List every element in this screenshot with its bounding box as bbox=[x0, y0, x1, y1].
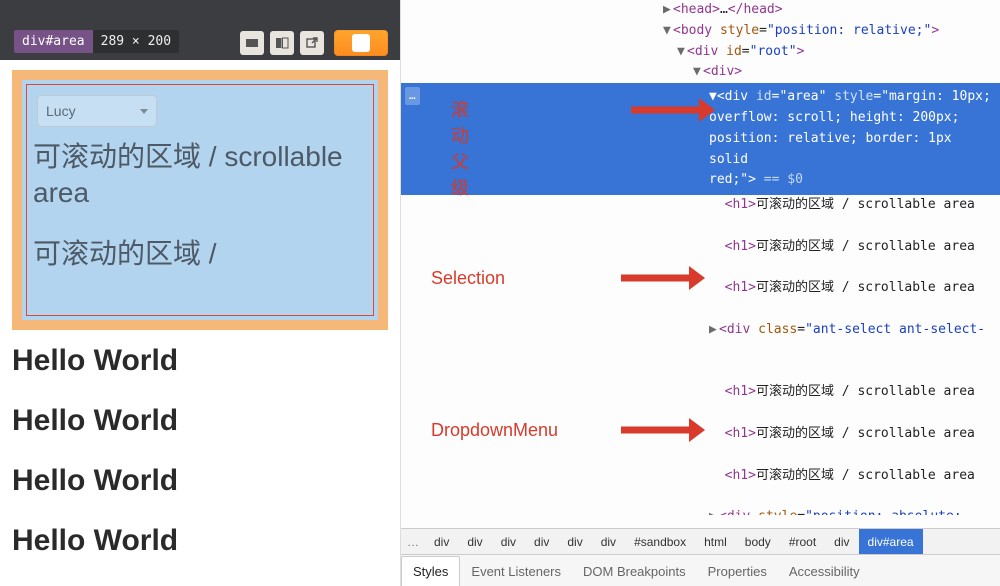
element-selector-badge: div#area bbox=[14, 30, 93, 53]
below-area: Hello World Hello World Hello World Hell… bbox=[12, 344, 178, 584]
tab-styles[interactable]: Styles bbox=[401, 556, 460, 586]
hello-heading: Hello World bbox=[12, 404, 178, 438]
run-button[interactable] bbox=[334, 30, 388, 56]
inspect-badge: div#area 289 × 200 bbox=[14, 30, 179, 53]
select-value: Lucy bbox=[46, 103, 76, 119]
breadcrumb-item[interactable]: html bbox=[695, 529, 736, 554]
hello-heading: Hello World bbox=[12, 464, 178, 498]
devtools-tabs: Styles Event Listeners DOM Breakpoints P… bbox=[401, 554, 1000, 586]
breadcrumb-item[interactable]: body bbox=[736, 529, 780, 554]
element-dimensions-badge: 289 × 200 bbox=[93, 30, 179, 53]
chevron-down-icon bbox=[140, 109, 148, 114]
breadcrumb-item-selected[interactable]: div#area bbox=[859, 529, 923, 554]
breadcrumb-item[interactable]: div bbox=[558, 529, 591, 554]
hello-heading: Hello World bbox=[12, 344, 178, 378]
preview-toolbar: div#area 289 × 200 bbox=[0, 0, 400, 60]
scrollable-heading-2: 可滚动的区域 / bbox=[27, 236, 373, 272]
breadcrumb-item[interactable]: div bbox=[425, 529, 458, 554]
lucy-select[interactable]: Lucy bbox=[37, 95, 157, 127]
hello-heading: Hello World bbox=[12, 524, 178, 558]
open-external-icon[interactable] bbox=[300, 31, 324, 55]
scrollable-heading: 可滚动的区域 / scrollable area bbox=[27, 139, 373, 212]
breadcrumb-item[interactable]: div bbox=[458, 529, 491, 554]
devtools-panel: ▶<head>…</head> ▼<body style="position: … bbox=[400, 0, 1000, 586]
breadcrumb-ellipsis[interactable]: … bbox=[401, 529, 425, 554]
highlighted-area: Lucy 可滚动的区域 / scrollable area 可滚动的区域 / bbox=[12, 70, 388, 330]
breadcrumb-item[interactable]: div bbox=[492, 529, 525, 554]
breadcrumb-item[interactable]: div bbox=[592, 529, 625, 554]
breadcrumb-item[interactable]: div bbox=[525, 529, 558, 554]
tab-properties[interactable]: Properties bbox=[697, 557, 778, 586]
breadcrumb-item[interactable]: #root bbox=[780, 529, 825, 554]
annotation-selection: Selection bbox=[431, 268, 505, 289]
preview-panel: div#area 289 × 200 Lucy 可滚动的区域 / scrolla… bbox=[0, 0, 400, 586]
tab-dom-breakpoints[interactable]: DOM Breakpoints bbox=[572, 557, 697, 586]
tab-event-listeners[interactable]: Event Listeners bbox=[460, 557, 572, 586]
breadcrumb-item[interactable]: #sandbox bbox=[625, 529, 695, 554]
breadcrumb-bar[interactable]: … div div div div div div #sandbox html … bbox=[401, 528, 1000, 554]
annotation-dropdown: DropdownMenu bbox=[431, 420, 558, 441]
ellipsis-icon[interactable]: … bbox=[405, 87, 420, 105]
breadcrumb-item[interactable]: div bbox=[825, 529, 858, 554]
layout-full-icon[interactable] bbox=[240, 31, 264, 55]
tab-accessibility[interactable]: Accessibility bbox=[778, 557, 871, 586]
layout-split-icon[interactable] bbox=[270, 31, 294, 55]
